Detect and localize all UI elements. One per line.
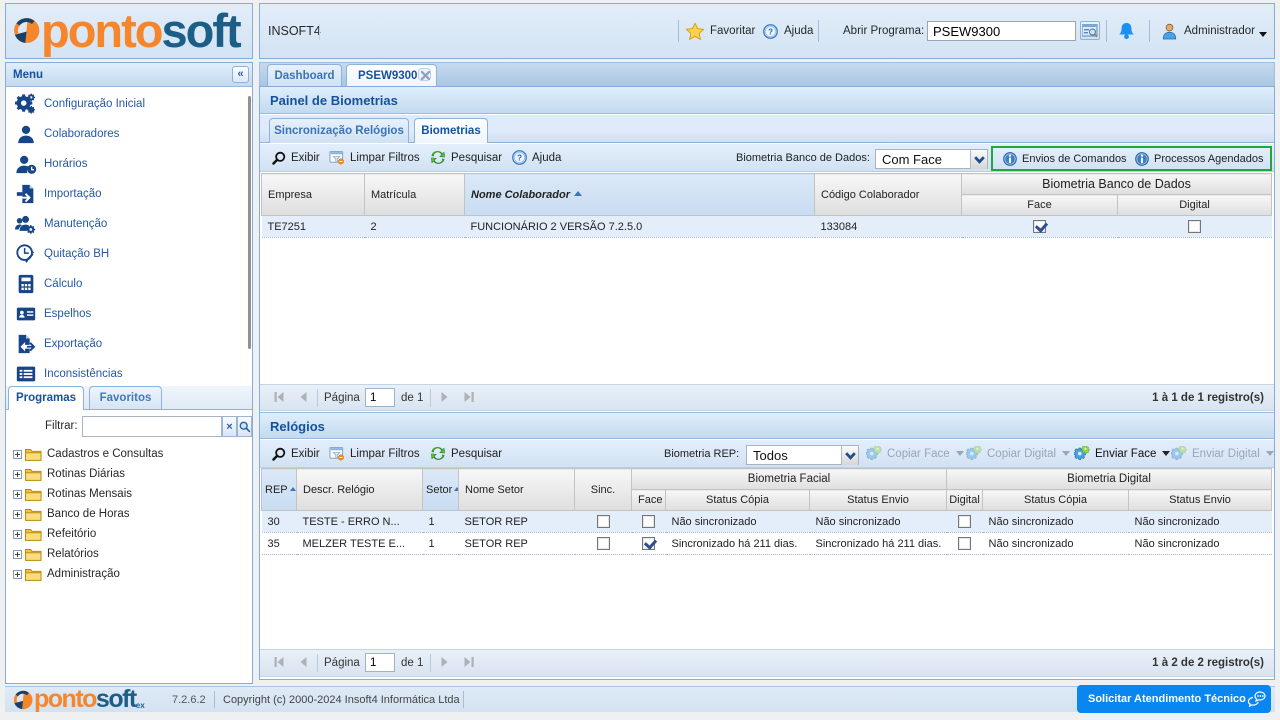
svg-text:?: ? bbox=[517, 153, 522, 162]
svg-text:?: ? bbox=[768, 27, 773, 36]
